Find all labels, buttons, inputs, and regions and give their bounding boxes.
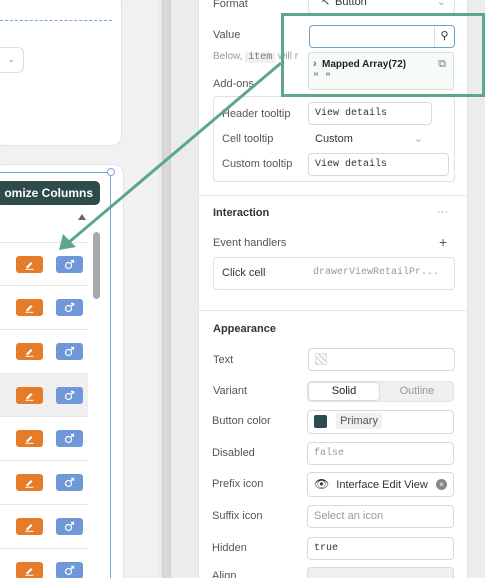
- handler-action: drawerViewRetailPr...: [313, 267, 440, 278]
- table-row[interactable]: [0, 285, 88, 328]
- view-row-button[interactable]: [56, 299, 83, 316]
- cell-tooltip-label: Cell tooltip: [222, 133, 274, 145]
- text-input[interactable]: [308, 348, 455, 371]
- view-row-button[interactable]: [56, 387, 83, 404]
- view-row-button[interactable]: [56, 518, 83, 535]
- external-view-icon: [64, 433, 75, 444]
- edit-row-button[interactable]: [16, 256, 43, 273]
- pencil-icon: [25, 568, 34, 576]
- external-view-icon: [64, 565, 75, 576]
- table-row[interactable]: [0, 416, 88, 459]
- header-tooltip-label: Header tooltip: [222, 108, 291, 120]
- sort-triangle-icon[interactable]: [78, 214, 86, 220]
- custom-tooltip-input[interactable]: View details: [308, 153, 449, 176]
- table-row[interactable]: [0, 242, 88, 285]
- external-view-icon: [64, 346, 75, 357]
- variant-solid-option[interactable]: Solid: [308, 382, 380, 401]
- cursor-icon: ↖: [321, 0, 331, 8]
- edit-row-button[interactable]: [16, 562, 43, 578]
- dropdown-select[interactable]: ⌄: [0, 47, 24, 73]
- value-label: Value: [213, 29, 241, 41]
- panel-splitter[interactable]: [162, 0, 171, 578]
- help-prefix: Below,: [213, 51, 243, 62]
- handler-event: Click cell: [222, 267, 266, 279]
- external-view-icon: [64, 521, 75, 532]
- view-row-button[interactable]: [56, 562, 83, 578]
- table-row[interactable]: [0, 504, 88, 547]
- format-value-text: Button: [335, 0, 367, 8]
- external-view-icon: [64, 477, 75, 488]
- variant-outline-option[interactable]: Outline: [382, 382, 452, 401]
- app-stage: ⌄ omize Columns Format ↖ Button ⌄ Value …: [0, 0, 485, 578]
- pencil-icon: [25, 524, 34, 532]
- pencil-icon: [25, 393, 34, 401]
- section-divider: [199, 310, 469, 311]
- table-row[interactable]: [0, 329, 88, 372]
- chevron-down-icon: ⌄: [7, 54, 15, 64]
- header-tooltip-input[interactable]: View details: [308, 102, 432, 125]
- event-handlers-label: Event handlers: [213, 237, 287, 249]
- edit-row-button[interactable]: [16, 343, 43, 360]
- customize-columns-button[interactable]: omize Columns: [0, 181, 100, 205]
- dashed-guide-line: [0, 20, 112, 21]
- format-value: ↖ Button: [321, 0, 367, 13]
- appearance-title: Appearance: [213, 323, 276, 335]
- pencil-icon: [25, 436, 34, 444]
- format-label: Format: [213, 0, 248, 10]
- pencil-icon: [25, 480, 34, 488]
- cell-tooltip-select[interactable]: Custom ⌄: [308, 128, 432, 151]
- view-row-button[interactable]: [56, 474, 83, 491]
- external-view-icon: [64, 302, 75, 313]
- pencil-icon: [25, 349, 34, 357]
- format-select[interactable]: ↖ Button ⌄: [308, 0, 455, 14]
- annotation-highlight-box: [281, 13, 485, 97]
- table-row[interactable]: [0, 460, 88, 503]
- edit-row-button[interactable]: [16, 474, 43, 491]
- view-row-button[interactable]: [56, 256, 83, 273]
- interaction-title: Interaction: [213, 207, 270, 219]
- view-row-button[interactable]: [56, 430, 83, 447]
- section-divider: [199, 195, 469, 196]
- variant-label: Variant: [213, 385, 248, 397]
- cell-tooltip-value: Custom: [315, 133, 353, 145]
- image-placeholder-icon: [315, 353, 327, 365]
- external-view-icon: [64, 259, 75, 270]
- table-scrollbar-thumb[interactable]: [93, 232, 100, 299]
- custom-tooltip-label: Custom tooltip: [222, 158, 293, 170]
- edit-row-button[interactable]: [16, 518, 43, 535]
- view-row-button[interactable]: [56, 343, 83, 360]
- addons-label: Add-ons: [213, 78, 254, 90]
- help-code: item: [245, 52, 276, 63]
- pencil-icon: [25, 305, 34, 313]
- chevron-down-icon: ⌄: [436, 0, 446, 8]
- resize-handle[interactable]: [107, 168, 115, 176]
- chevron-down-icon: ⌄: [413, 133, 423, 145]
- edit-row-button[interactable]: [16, 430, 43, 447]
- pencil-icon: [25, 262, 34, 270]
- addons-card: Header tooltip View details Cell tooltip…: [213, 96, 455, 182]
- edit-row-button[interactable]: [16, 299, 43, 316]
- event-handler-row[interactable]: Click cell drawerViewRetailPr...: [213, 257, 455, 290]
- top-component-card: [0, 0, 122, 146]
- add-handler-icon[interactable]: +: [439, 234, 447, 250]
- edit-row-button[interactable]: [16, 387, 43, 404]
- table-row[interactable]: [0, 548, 88, 578]
- more-options-icon[interactable]: ···: [437, 206, 448, 218]
- external-view-icon: [64, 390, 75, 401]
- text-label: Text: [213, 354, 234, 366]
- table-row[interactable]: [0, 373, 88, 416]
